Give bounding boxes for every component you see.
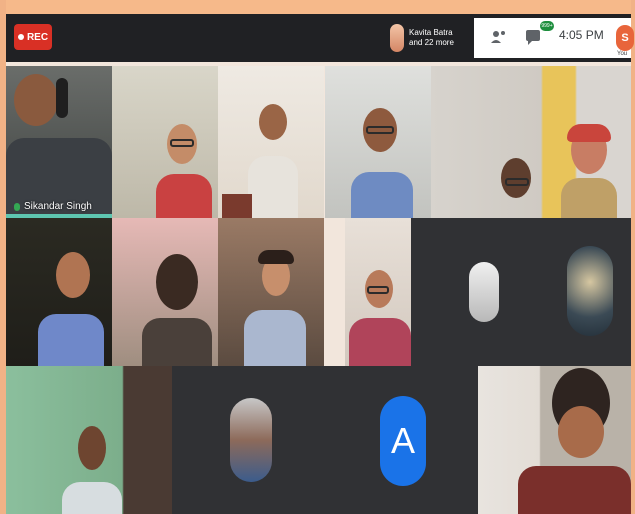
- participant-face: [558, 406, 604, 458]
- participant-tile-8[interactable]: [218, 218, 324, 366]
- meeting-time: 4:05 PM: [559, 28, 604, 42]
- participant-tile-5[interactable]: [431, 66, 631, 218]
- participant-tile-4[interactable]: [325, 66, 431, 218]
- participant-tile-11[interactable]: [521, 218, 631, 366]
- presence-avatar: [390, 24, 404, 52]
- participant-body: [518, 466, 631, 514]
- participant-head: [78, 426, 106, 470]
- chair-back: [222, 194, 252, 218]
- recording-indicator[interactable]: REC: [14, 24, 52, 50]
- participant-hair: [567, 124, 611, 142]
- participant-name-tag: Sikandar Singh: [14, 201, 92, 212]
- recording-label: REC: [26, 31, 49, 43]
- participant-tile-12[interactable]: [6, 366, 172, 514]
- participant-body: [62, 482, 122, 514]
- participant-body: [244, 310, 306, 366]
- participant-name: Sikandar Singh: [24, 201, 92, 212]
- participant-tile-13[interactable]: [172, 366, 324, 514]
- participants-presence[interactable]: Kavita Batra and 22 more: [390, 20, 470, 56]
- mic-icon: [14, 202, 20, 211]
- presence-text: Kavita Batra and 22 more: [409, 28, 454, 48]
- meeting-top-bar: REC Kavita Batra and 22 more 999+ 4:05 P…: [6, 14, 634, 62]
- participant-body: [156, 174, 212, 218]
- participant-glasses: [170, 139, 194, 147]
- participant-body: [351, 172, 413, 218]
- presence-text-line1: Kavita Batra: [409, 28, 453, 37]
- presence-text-line2: and 22 more: [409, 38, 454, 47]
- participant-tile-7[interactable]: [112, 218, 218, 366]
- participant-tile-6[interactable]: [6, 218, 112, 366]
- participant-tile-2[interactable]: [112, 66, 218, 218]
- self-label: You: [617, 51, 628, 57]
- participant-head: [56, 252, 90, 298]
- record-dot-icon: [17, 34, 24, 40]
- participant-avatar: [567, 246, 613, 336]
- letter-avatar: A: [380, 396, 426, 486]
- chat-badge: 999+: [540, 21, 554, 31]
- participant-body: [142, 318, 212, 366]
- participant-body: [248, 156, 298, 218]
- participant-tile-1[interactable]: Sikandar Singh: [6, 66, 112, 218]
- frame-border-right: [631, 0, 635, 514]
- participant-tile-3[interactable]: [218, 66, 324, 218]
- participant-avatar: [230, 398, 272, 482]
- participant-headphone: [56, 78, 68, 118]
- participant-hair: [258, 250, 294, 264]
- meeting-controls: 999+ 4:05 PM S You: [474, 18, 634, 58]
- participant-tile-14[interactable]: A: [324, 366, 478, 514]
- participant-avatar: [469, 262, 499, 322]
- participant-head: [156, 254, 198, 310]
- participant-tile-9[interactable]: [345, 218, 411, 366]
- participant-body: [349, 318, 411, 366]
- participant-head: [14, 74, 58, 126]
- participant-glasses: [366, 126, 394, 134]
- participant-tile-15[interactable]: [478, 366, 631, 514]
- people-icon[interactable]: [490, 28, 508, 46]
- participant-body: [38, 314, 104, 366]
- participant-glasses: [505, 178, 529, 186]
- participant-body: [561, 178, 617, 218]
- participant-tile-10[interactable]: [411, 218, 521, 366]
- participant-head: [259, 104, 287, 140]
- frame-border-top: [0, 0, 635, 14]
- self-avatar[interactable]: S: [616, 25, 634, 51]
- participant-glasses: [367, 286, 389, 294]
